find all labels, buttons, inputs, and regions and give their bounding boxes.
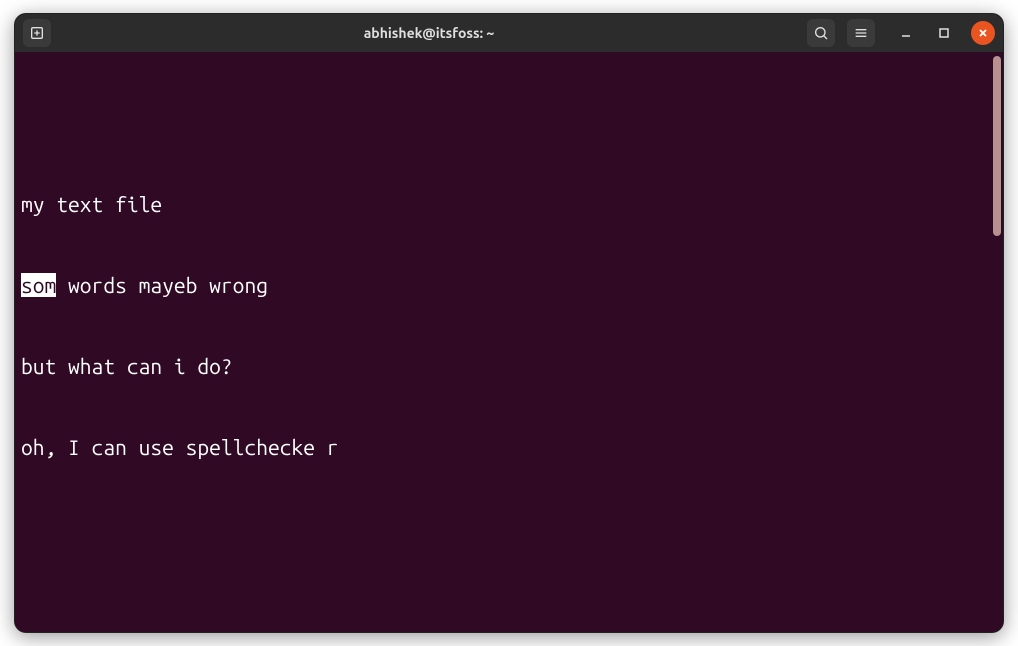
close-button[interactable] — [971, 21, 995, 45]
maximize-icon — [938, 27, 950, 39]
blank-line — [21, 515, 997, 542]
blank-line — [21, 110, 997, 137]
maximize-button[interactable] — [933, 22, 955, 44]
hamburger-icon — [853, 25, 869, 41]
menu-button[interactable] — [847, 19, 875, 47]
terminal-window: abhishek@itsfoss: ~ — [14, 13, 1004, 633]
editor-line: but what can i do? — [21, 353, 997, 380]
minimize-button[interactable] — [895, 22, 917, 44]
window-title: abhishek@itsfoss: ~ — [57, 25, 801, 41]
spell-highlight: som — [21, 273, 56, 297]
editor-line: my text file — [21, 191, 997, 218]
search-button[interactable] — [807, 19, 835, 47]
scrollbar[interactable] — [993, 56, 1001, 236]
new-tab-icon — [29, 25, 45, 41]
blank-line — [21, 596, 997, 623]
close-icon — [977, 27, 989, 39]
minimize-icon — [900, 27, 912, 39]
search-icon — [813, 25, 829, 41]
new-tab-button[interactable] — [23, 19, 51, 47]
editor-line-suffix: words mayeb wrong — [56, 273, 268, 297]
editor-line: som words mayeb wrong — [21, 272, 997, 299]
titlebar: abhishek@itsfoss: ~ — [15, 14, 1003, 52]
terminal-body[interactable]: my text file som words mayeb wrong but w… — [15, 52, 1003, 632]
editor-line: oh, I can use spellchecke r — [21, 434, 997, 461]
